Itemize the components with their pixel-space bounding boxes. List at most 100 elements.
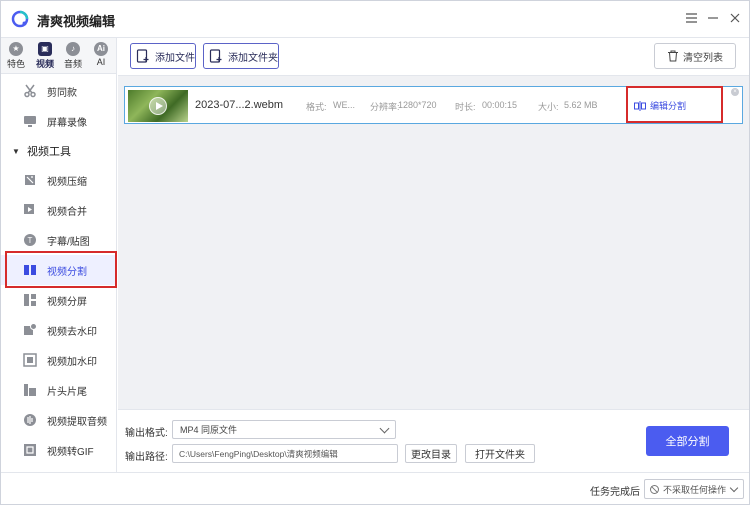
star-icon: ★: [9, 42, 23, 56]
music-icon: ♪: [66, 42, 80, 56]
format-value: WE...: [333, 100, 355, 110]
file-name: 2023-07...2.webm: [195, 99, 284, 111]
open-folder-button[interactable]: 打开文件夹: [465, 444, 535, 463]
screen-record-icon: [24, 116, 36, 127]
status-bar: 任务完成后 不采取任何操作: [1, 472, 749, 504]
merge-icon: [24, 204, 34, 214]
remove-watermark-icon: [24, 323, 37, 335]
sidebar-item-label: 片头片尾: [47, 386, 87, 398]
file-list: 2023-07...2.webm 格式: WE... 分辨率: 1280*720…: [118, 76, 749, 409]
sidebar-item-label: 视频分屏: [47, 296, 87, 308]
sidebar-item-screen-record[interactable]: 屏幕录像: [1, 106, 117, 136]
clear-list-label: 清空列表: [683, 52, 723, 64]
split-all-button[interactable]: 全部分割: [646, 426, 729, 456]
sidebar-group-video-tools[interactable]: ▼ 视频工具: [1, 137, 117, 165]
size-value: 5.62 MB: [564, 100, 598, 110]
output-format-select[interactable]: MP4 同原文件: [172, 420, 396, 439]
video-thumbnail[interactable]: [128, 90, 188, 122]
svg-text:T: T: [28, 236, 33, 245]
sidebar-item-label: 剪同款: [47, 87, 77, 99]
output-format-value: MP4 同原文件: [180, 425, 238, 435]
sidebar-item-extract-audio[interactable]: 视频提取音频: [1, 405, 117, 435]
sidebar-item-merge[interactable]: 视频合并: [1, 195, 117, 225]
splitscreen-icon: [24, 294, 36, 306]
chevron-down-icon: [379, 423, 390, 434]
sidebar-item-compress[interactable]: 视频压缩: [1, 165, 117, 195]
tab-label: 视频: [35, 59, 54, 69]
output-path-label: 输出路径:: [125, 452, 168, 463]
sidebar-item-label: 视频加水印: [47, 356, 97, 368]
add-file-icon: [136, 49, 149, 63]
output-settings: 输出格式: MP4 同原文件 输出路径: C:\Users\FengPing\D…: [118, 409, 749, 472]
app-window: 清爽视频编辑 ★ 特色 ▣ 视频 ♪ 音频 Ai AI 剪同款 屏幕录像 ▼ 视…: [0, 0, 750, 505]
subtitle-icon: T: [24, 234, 36, 246]
category-tabs: ★ 特色 ▣ 视频 ♪ 音频 Ai AI: [1, 38, 117, 74]
highlight-box-split: [5, 251, 117, 288]
sidebar-group-label: 视频工具: [27, 146, 71, 158]
resolution-label: 分辨率:: [370, 102, 400, 112]
after-done-select[interactable]: 不采取任何操作: [644, 479, 744, 499]
sidebar-item-label: 字幕/贴图: [47, 236, 90, 248]
sidebar-item-label: 视频合并: [47, 206, 87, 218]
add-file-button[interactable]: 添加文件: [130, 43, 196, 69]
tab-featured[interactable]: ★ 特色: [2, 40, 30, 72]
change-directory-label: 更改目录: [411, 450, 451, 461]
chevron-down-icon: [729, 483, 739, 493]
open-folder-label: 打开文件夹: [475, 450, 525, 461]
highlight-box-edit-split: [626, 86, 723, 123]
add-folder-button[interactable]: 添加文件夹: [203, 43, 279, 69]
size-label: 大小:: [538, 102, 559, 112]
format-label: 格式:: [306, 102, 327, 112]
gif-icon: [24, 444, 36, 456]
app-title: 清爽视频编辑: [37, 14, 116, 29]
ai-icon: Ai: [94, 42, 108, 56]
after-done-label: 任务完成后: [590, 487, 640, 498]
minimize-icon[interactable]: [705, 10, 721, 26]
close-icon[interactable]: [727, 10, 743, 26]
tab-ai[interactable]: Ai AI: [87, 40, 115, 72]
add-file-label: 添加文件: [155, 52, 195, 64]
extract-audio-icon: [24, 414, 36, 426]
tab-label: AI: [96, 57, 106, 67]
sidebar-item-cut-template[interactable]: 剪同款: [1, 76, 117, 106]
film-icon: ▣: [38, 42, 52, 56]
compress-icon: [25, 175, 35, 185]
tab-label: 特色: [6, 59, 25, 69]
sidebar-item-to-gif[interactable]: 视频转GIF: [1, 435, 117, 465]
clear-list-button[interactable]: 清空列表: [654, 43, 736, 69]
remove-file-icon[interactable]: ×: [731, 88, 739, 96]
sidebar-item-label: 屏幕录像: [47, 117, 87, 129]
duration-value: 00:00:15: [482, 100, 518, 110]
tab-label: 音频: [63, 59, 82, 69]
change-directory-button[interactable]: 更改目录: [405, 444, 457, 463]
tab-video[interactable]: ▣ 视频: [31, 40, 59, 72]
caret-down-icon: ▼: [12, 146, 20, 156]
duration-label: 时长:: [455, 102, 476, 112]
trash-icon: [668, 50, 678, 62]
title-bar: 清爽视频编辑: [1, 1, 749, 38]
sidebar: 剪同款 屏幕录像 ▼ 视频工具 视频压缩 视频合并 T 字幕/贴图 视频分割 视…: [1, 74, 117, 472]
sidebar-item-label: 视频提取音频: [47, 416, 107, 428]
tab-audio[interactable]: ♪ 音频: [59, 40, 87, 72]
sidebar-item-add-watermark[interactable]: 视频加水印: [1, 345, 117, 375]
sidebar-item-remove-watermark[interactable]: 视频去水印: [1, 315, 117, 345]
toolbar: 添加文件 添加文件夹 清空列表: [118, 38, 749, 76]
intro-outro-icon: [24, 384, 36, 396]
resolution-value: 1280*720: [398, 100, 437, 110]
output-path-field[interactable]: C:\Users\FengPing\Desktop\清爽视频编辑: [172, 444, 398, 463]
after-done-value: 不采取任何操作: [663, 484, 727, 495]
menu-icon[interactable]: [683, 10, 699, 26]
add-folder-label: 添加文件夹: [228, 52, 278, 64]
split-all-label: 全部分割: [665, 436, 710, 448]
scissors-icon: [24, 84, 36, 98]
output-path-value: C:\Users\FengPing\Desktop\清爽视频编辑: [179, 448, 338, 459]
play-icon[interactable]: [149, 97, 167, 115]
sidebar-item-intro-outro[interactable]: 片头片尾: [1, 375, 117, 405]
sidebar-item-label: 视频压缩: [47, 176, 87, 188]
sidebar-item-splitscreen[interactable]: 视频分屏: [1, 285, 117, 315]
app-logo-icon: [11, 10, 29, 28]
ban-icon: [650, 484, 659, 494]
output-format-label: 输出格式:: [125, 428, 168, 439]
add-watermark-icon: [23, 353, 37, 367]
sidebar-item-label: 视频去水印: [47, 326, 97, 338]
